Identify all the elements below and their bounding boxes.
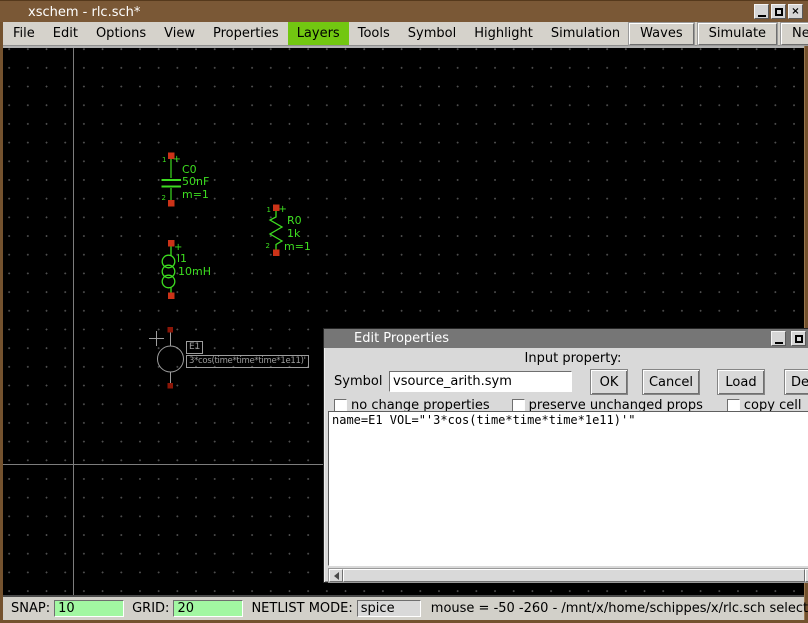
netlist-button[interactable]: Netlist xyxy=(781,23,808,45)
menu-symbol[interactable]: Symbol xyxy=(399,22,465,45)
menu-highlight[interactable]: Highlight xyxy=(465,22,542,45)
input-property-label: Input property: xyxy=(324,348,808,367)
window-title: xschem - rlc.sch* xyxy=(28,5,140,20)
mouse-status-text: mouse = -50 -260 - /mnt/x/home/schippes/… xyxy=(431,601,808,616)
edit-properties-dialog: Edit Properties Input property: Symbol O… xyxy=(323,328,808,583)
del-button[interactable]: Del xyxy=(784,369,808,395)
netlist-mode-label: NETLIST MODE: xyxy=(251,601,352,616)
scrollbar-thumb[interactable] xyxy=(343,569,805,582)
menu-simulation[interactable]: Simulation xyxy=(542,22,629,45)
textarea-hscrollbar[interactable] xyxy=(328,568,808,583)
dialog-titlebar[interactable]: Edit Properties xyxy=(324,329,808,348)
ok-button[interactable]: OK xyxy=(590,369,628,395)
dialog-minimize-icon[interactable] xyxy=(771,331,786,346)
close-icon[interactable]: × xyxy=(788,4,803,19)
dialog-maximize-icon[interactable] xyxy=(791,331,806,346)
scroll-left-icon[interactable] xyxy=(329,569,343,582)
menu-tools[interactable]: Tools xyxy=(349,22,399,45)
waves-button[interactable]: Waves xyxy=(629,23,693,45)
menu-options[interactable]: Options xyxy=(87,22,155,45)
window-titlebar[interactable]: xschem - rlc.sch* × xyxy=(0,0,808,22)
cancel-button[interactable]: Cancel xyxy=(642,369,700,395)
symbol-input[interactable] xyxy=(389,371,572,392)
menu-properties[interactable]: Properties xyxy=(204,22,288,45)
status-bar: SNAP: GRID: NETLIST MODE: mouse = -50 -2… xyxy=(3,595,804,620)
symbol-label: Symbol xyxy=(334,374,382,389)
snap-input[interactable] xyxy=(54,600,124,617)
menu-bar: File Edit Options View Properties Layers… xyxy=(3,22,804,46)
grid-label: GRID: xyxy=(132,601,169,616)
maximize-icon[interactable] xyxy=(771,4,786,19)
dialog-title: Edit Properties xyxy=(354,331,449,346)
menu-file[interactable]: File xyxy=(4,22,44,45)
menu-edit[interactable]: Edit xyxy=(44,22,87,45)
snap-label: SNAP: xyxy=(11,601,50,616)
netlist-mode-input[interactable] xyxy=(357,600,421,617)
minimize-icon[interactable] xyxy=(754,4,769,19)
load-button[interactable]: Load xyxy=(717,369,765,395)
window-frame-left xyxy=(0,22,3,623)
menu-layers[interactable]: Layers xyxy=(288,22,349,45)
menu-view[interactable]: View xyxy=(155,22,204,45)
simulate-button[interactable]: Simulate xyxy=(698,23,777,45)
property-textarea[interactable]: name=E1 VOL="'3*cos(time*time*time*1e11)… xyxy=(328,411,808,566)
grid-input[interactable] xyxy=(173,600,243,617)
